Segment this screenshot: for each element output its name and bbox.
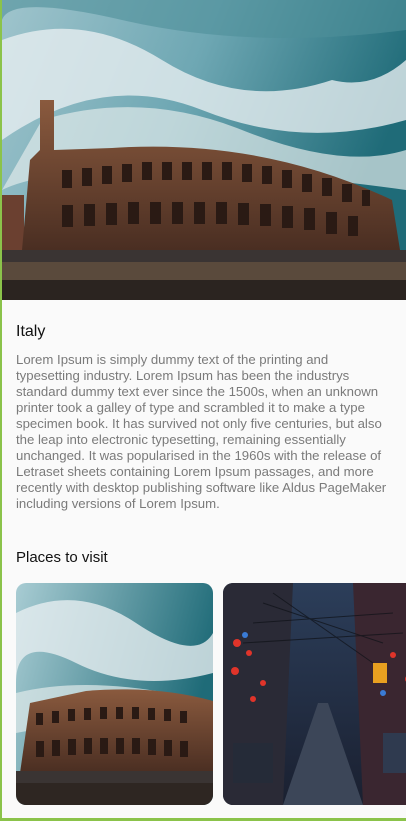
- destination-title: Italy: [16, 323, 46, 340]
- place-card-night-street[interactable]: [223, 583, 406, 805]
- place-card-colosseum[interactable]: [16, 583, 213, 805]
- places-carousel[interactable]: [16, 583, 406, 805]
- places-heading: Places to visit: [16, 549, 108, 566]
- hero-image: [2, 0, 406, 300]
- destination-description: Lorem Ipsum is simply dummy text of the …: [16, 352, 387, 511]
